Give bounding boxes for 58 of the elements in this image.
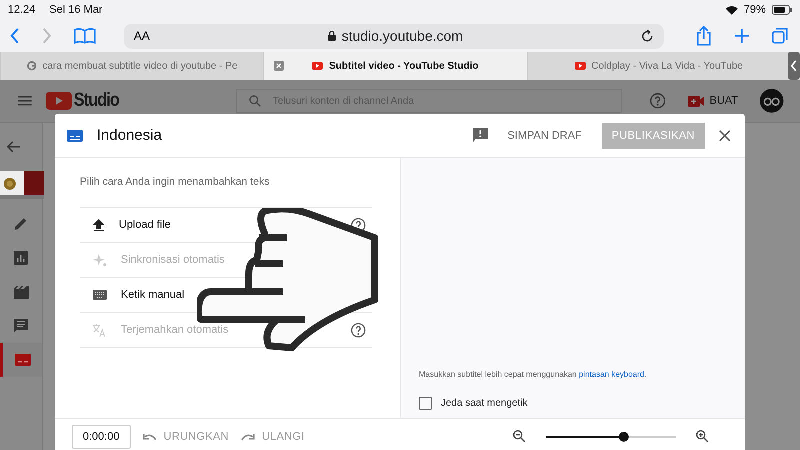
checkbox-label: Jeda saat mengetik [441,398,528,409]
browser-tab[interactable]: Subtitel video - YouTube Studio [263,52,527,80]
new-tab-icon[interactable] [734,28,750,44]
pencil-icon [14,217,28,231]
feedback-icon[interactable] [472,128,488,143]
share-icon[interactable] [696,26,712,46]
dialog-title: Indonesia [97,127,162,144]
clapperboard-icon [14,286,28,298]
save-draft-button[interactable]: SIMPAN DRAF [502,126,588,146]
google-favicon-icon [26,61,37,71]
checkbox[interactable] [419,397,432,410]
video-thumbnail[interactable] [0,171,44,199]
menu-icon[interactable] [18,96,32,106]
video-camera-icon [688,96,704,106]
keyboard-hint-text: Masukkan subtitel lebih cepat menggunakan pintasan keyboard. [419,370,648,379]
create-button[interactable]: BUAT [680,95,746,107]
lock-icon [328,31,336,41]
zoom-out-icon[interactable] [513,430,526,443]
upload-icon [93,218,105,232]
text-size-button[interactable]: AA [134,29,150,43]
subtitles-icon [14,354,30,366]
youtube-favicon-icon [574,62,586,70]
avatar-icon[interactable] [760,89,784,113]
bar-chart-icon [14,251,28,265]
tabs-icon[interactable] [772,28,788,44]
translate-icon [93,324,107,336]
address-bar[interactable]: AA studio.youtube.com [124,24,664,48]
keyboard-icon [93,290,107,300]
timecode-field[interactable]: 0:00:00 [72,424,131,448]
url-text: studio.youtube.com [342,28,464,44]
search-icon [248,95,261,107]
slide-over-handle-icon[interactable] [788,52,800,80]
zoom-in-icon[interactable] [696,430,709,443]
comment-icon [14,319,28,333]
battery-percent: 79% [744,4,766,16]
status-date: Sel 16 Mar [50,4,103,16]
method-option[interactable]: Ketik manual [93,278,185,312]
youtube-logo-icon [46,92,72,110]
youtube-favicon-icon [312,62,324,70]
method-option[interactable]: Upload file [93,208,171,242]
redo-icon [241,432,256,440]
undo-icon [142,432,157,440]
close-icon[interactable] [719,130,731,142]
back-arrow-icon[interactable] [7,141,21,153]
back-icon[interactable] [10,28,20,44]
bookmarks-icon[interactable] [74,28,96,44]
prompt-text: Pilih cara Anda ingin menambahkan teks [80,176,271,188]
close-tab-icon[interactable] [274,61,284,71]
battery-icon [772,5,792,15]
studio-logo-text: Studio [74,90,119,112]
sidebar-item[interactable] [0,343,42,377]
wifi-icon [726,6,738,14]
sparkle-icon [93,254,107,266]
status-time: 12.24 [8,4,36,16]
zoom-slider-thumb[interactable] [619,432,629,442]
subtitles-icon [67,130,83,142]
reload-icon[interactable] [641,30,654,42]
keyboard-shortcuts-link[interactable]: pintasan keyboard [579,370,644,379]
